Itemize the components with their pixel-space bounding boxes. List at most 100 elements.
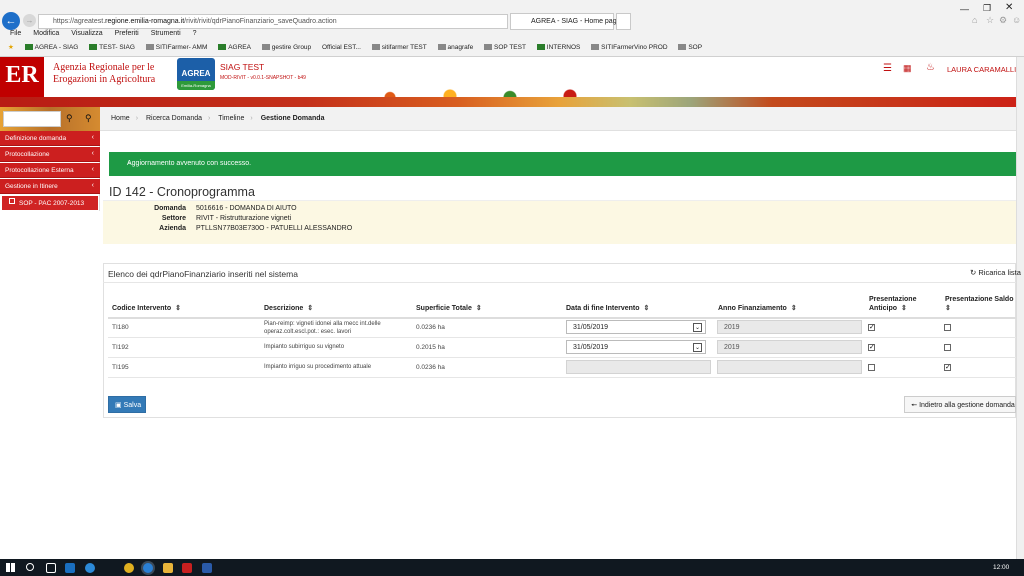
favorites-bar: ★ AGREA - SIAG TEST- SIAG SITIFarmer- AM…: [8, 43, 711, 55]
search-advanced-icon[interactable]: ⚲: [85, 113, 92, 124]
favorite-item[interactable]: SOP TEST: [484, 44, 526, 51]
menu-preferiti[interactable]: Preferiti: [115, 30, 139, 37]
outlook-icon[interactable]: [65, 563, 75, 573]
sidebar-item-label: Definizione domanda: [5, 135, 67, 142]
chevron-down-icon: ⌄: [693, 323, 702, 332]
star-icon[interactable]: ☆: [986, 15, 994, 26]
edge-icon[interactable]: [85, 563, 95, 573]
sort-icon: ⇕: [643, 305, 650, 312]
reload-list-button[interactable]: ↻ Ricarica lista: [970, 268, 1021, 277]
smiley-icon[interactable]: ☺: [1012, 15, 1021, 25]
favorite-item[interactable]: SITIFarmer- AMM: [145, 44, 207, 51]
menu-help[interactable]: ?: [193, 30, 197, 37]
breadcrumb-ricerca-domanda[interactable]: Ricerca Domanda: [146, 115, 202, 122]
menu-strumenti[interactable]: Strumenti: [151, 30, 181, 37]
favorite-item[interactable]: anagrafe: [437, 44, 473, 51]
anticipo-checkbox[interactable]: ✓: [868, 344, 875, 351]
saldo-checkbox[interactable]: ✓: [944, 364, 951, 371]
cell-descrizione-line1: Impianto subirriguo su vigneto: [264, 344, 345, 350]
anno-field: 2019: [717, 340, 862, 354]
saldo-checkbox[interactable]: [944, 324, 951, 331]
word-icon[interactable]: [202, 563, 212, 573]
favorite-item[interactable]: sitifarmer TEST: [371, 44, 427, 51]
column-header-codice[interactable]: Codice Intervento ⇕: [112, 304, 181, 312]
reload-label: Ricarica lista: [978, 268, 1021, 277]
agrea-logo-sub: Emilia-Romagna: [177, 81, 215, 90]
data-fine-field-disabled: [566, 360, 711, 374]
favorite-item[interactable]: TEST- SIAG: [89, 44, 135, 51]
sidebar-search-input[interactable]: [3, 111, 61, 127]
cell-codice: TI195: [112, 364, 129, 371]
favorite-item[interactable]: gestire Group: [261, 44, 311, 51]
cell-descrizione-line1: Impianto irriguo su procedimento attuale: [264, 364, 372, 370]
list-icon[interactable]: ▦: [903, 63, 912, 74]
search-taskbar-icon[interactable]: [26, 563, 34, 571]
page-scrollbar[interactable]: [1016, 57, 1024, 559]
cell-superficie: 0.0236 ha: [416, 324, 445, 331]
sidebar-item-protocollazione[interactable]: Protocollazione ‹: [0, 147, 100, 162]
column-header-superficie[interactable]: Superficie Totale ⇕: [416, 304, 482, 312]
header-label: Anno Finanziamento: [718, 305, 787, 312]
hamburger-menu-icon[interactable]: ☰: [883, 63, 892, 74]
favorite-item[interactable]: INTERNOS: [536, 44, 580, 51]
menu-visualizza[interactable]: Visualizza: [71, 30, 102, 37]
favorite-item[interactable]: AGREA - SIAG: [24, 44, 78, 51]
gear-icon[interactable]: ⚙: [999, 15, 1007, 26]
saldo-checkbox[interactable]: [944, 344, 951, 351]
list-panel: [103, 263, 1016, 418]
data-fine-select[interactable]: 31/05/2019 ⌄: [566, 340, 706, 354]
search-icon[interactable]: ⚲: [66, 113, 73, 124]
favorite-item[interactable]: SOP: [678, 44, 702, 51]
data-fine-select[interactable]: 31/05/2019 ⌄: [566, 320, 706, 334]
pdf-icon[interactable]: [182, 563, 192, 573]
sidebar-item-definizione-domanda[interactable]: Definizione domanda ‹: [0, 131, 100, 146]
favorite-item[interactable]: Official EST...: [322, 44, 361, 51]
back-to-domanda-button[interactable]: 🠔 Indietro alla gestione domanda: [904, 396, 1016, 413]
column-header-anticipo[interactable]: Presentazione Anticipo ⇕: [869, 295, 916, 313]
sidebar-subitem-sop-pac[interactable]: SOP - PAC 2007-2013: [2, 196, 98, 210]
user-name[interactable]: LAURA CARAMALLI: [947, 65, 1016, 74]
browser-tab[interactable]: AGREA - SIAG - Home page: [510, 13, 620, 30]
sidebar-item-protocollazione-esterna[interactable]: Protocollazione Esterna ‹: [0, 163, 100, 178]
breadcrumb-home[interactable]: Home: [111, 115, 130, 122]
anticipo-checkbox[interactable]: [868, 364, 875, 371]
back-button[interactable]: ←: [2, 12, 20, 30]
sort-icon: ⇕: [790, 305, 797, 312]
save-button[interactable]: ▣ Salva: [108, 396, 146, 413]
anticipo-checkbox[interactable]: ✓: [868, 324, 875, 331]
column-header-saldo[interactable]: Presentazione Saldo ⇕: [945, 295, 1013, 313]
chrome-icon[interactable]: [124, 563, 134, 573]
breadcrumb-timeline[interactable]: Timeline: [218, 115, 244, 122]
ie-icon[interactable]: [143, 563, 153, 573]
close-window-button[interactable]: ✕: [1005, 2, 1013, 13]
favorites-star-icon[interactable]: ★: [8, 44, 14, 51]
sort-icon: ⇕: [475, 305, 482, 312]
task-view-icon[interactable]: [46, 563, 56, 573]
header-label: Anticipo: [869, 305, 897, 312]
cell-superficie: 0.2015 ha: [416, 344, 445, 351]
column-header-descrizione[interactable]: Descrizione ⇕: [264, 304, 313, 312]
anno-field: [717, 360, 862, 374]
home-icon[interactable]: ⌂: [972, 15, 977, 25]
notification-bell-icon[interactable]: ♨: [926, 62, 935, 73]
sort-icon: ⇕: [175, 305, 181, 312]
success-alert: Aggiornamento avvenuto con successo.: [109, 152, 1016, 176]
favorite-item[interactable]: AGREA: [218, 44, 251, 51]
column-header-data-fine[interactable]: Data di fine Intervento ⇕: [566, 304, 649, 312]
forward-button[interactable]: →: [23, 14, 36, 27]
explorer-icon[interactable]: [163, 563, 173, 573]
restore-button[interactable]: ❐: [983, 3, 991, 14]
menu-file[interactable]: File: [10, 30, 21, 37]
favorite-item[interactable]: SITIFarmerVino PROD: [591, 44, 668, 51]
menu-modifica[interactable]: Modifica: [33, 30, 59, 37]
column-header-anno[interactable]: Anno Finanziamento ⇕: [718, 304, 797, 312]
clock[interactable]: 12:00: [993, 564, 1009, 571]
sidebar-item-gestione-itinere[interactable]: Gestione in Itinere ‹: [0, 179, 100, 194]
address-bar[interactable]: https://agreatest.regione.emilia-romagna…: [38, 14, 508, 29]
menu-bar: File Modifica Visualizza Preferiti Strum…: [0, 30, 197, 41]
windows-start-icon[interactable]: [6, 563, 15, 572]
minimize-button[interactable]: —: [960, 4, 969, 14]
banner-strip: [0, 97, 1016, 107]
new-tab-button[interactable]: [616, 13, 631, 30]
cell-descrizione: Impianto irriguo su procedimento attuale: [264, 364, 371, 370]
